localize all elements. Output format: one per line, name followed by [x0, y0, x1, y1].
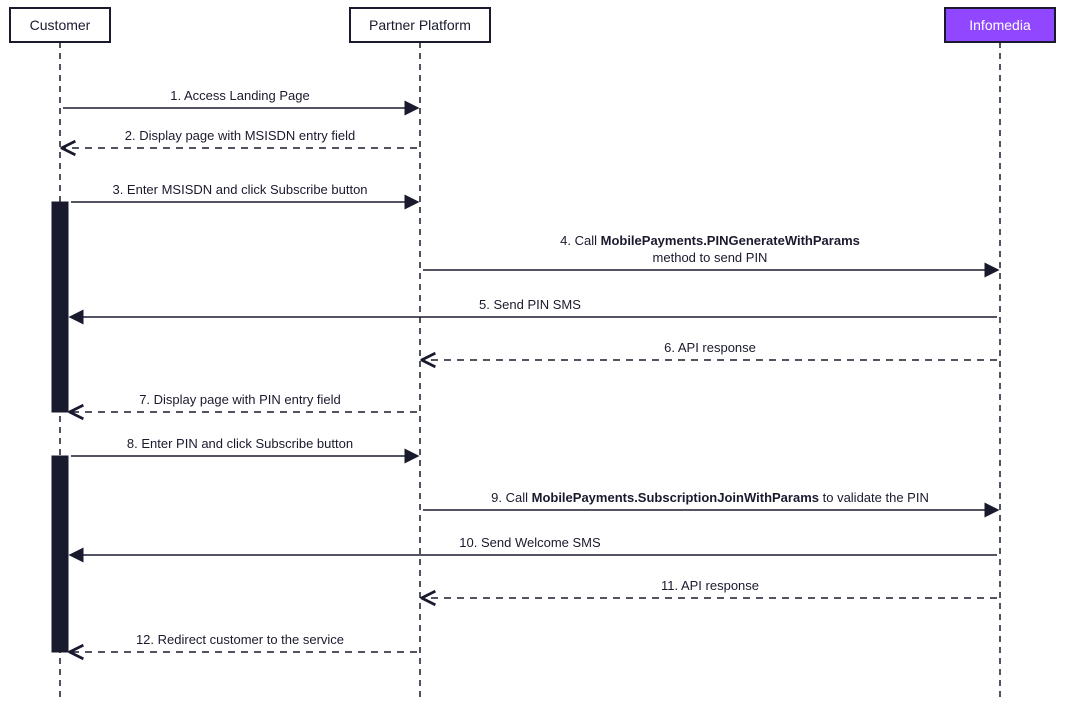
message-12-label: 12. Redirect customer to the service: [136, 632, 344, 647]
participant-label-partner: Partner Platform: [369, 17, 471, 33]
message-10-label: 10. Send Welcome SMS: [459, 535, 601, 550]
activation-customer-0: [52, 202, 68, 412]
message-7-label: 7. Display page with PIN entry field: [139, 392, 341, 407]
sequence-diagram: 1. Access Landing Page 2. Display page wi…: [0, 0, 1068, 707]
message-8-label: 8. Enter PIN and click Subscribe button: [127, 436, 353, 451]
message-1-label: 1. Access Landing Page: [170, 88, 310, 103]
message-6-label: 6. API response: [664, 340, 756, 355]
message-11-label: 11. API response: [661, 578, 759, 593]
participant-label-customer: Customer: [30, 17, 91, 33]
message-5-label: 5. Send PIN SMS: [479, 297, 581, 312]
participant-label-infomedia: Infomedia: [969, 17, 1031, 33]
message-9-label: 9. Call MobilePayments.SubscriptionJoinW…: [491, 490, 929, 505]
message-4-label-2: method to send PIN: [653, 250, 768, 265]
activation-customer-1: [52, 456, 68, 652]
message-2-label: 2. Display page with MSISDN entry field: [125, 128, 355, 143]
message-3-label: 3. Enter MSISDN and click Subscribe butt…: [112, 182, 367, 197]
message-4-label: 4. Call MobilePayments.PINGenerateWithPa…: [560, 233, 860, 248]
